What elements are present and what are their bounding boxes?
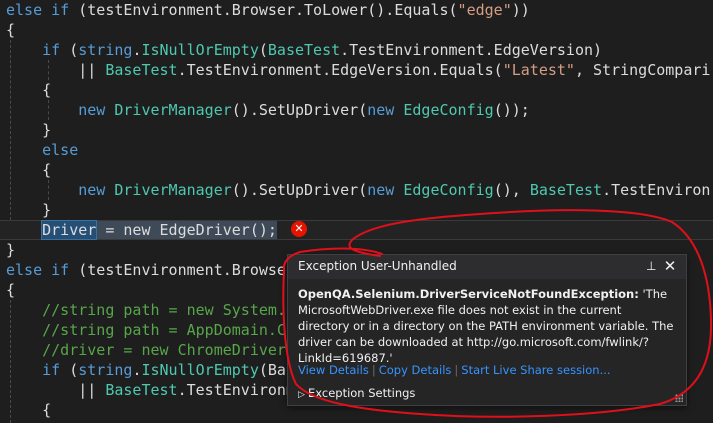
code-token: BaseTest [529, 181, 603, 199]
expand-arrow-icon: ▷ [298, 390, 305, 400]
code-line[interactable]: else if (testEnvironment.Browser [6, 260, 295, 280]
code-line[interactable]: { [6, 400, 51, 420]
code-token: .TestEnvironment.EdgeVersion) [340, 41, 603, 59]
code-line[interactable]: { [6, 80, 51, 100]
exception-settings-toggle[interactable]: ▷ Exception Settings [298, 386, 415, 400]
code-token: new [367, 181, 395, 199]
code-token: || [6, 61, 106, 79]
code-token: ( [60, 361, 79, 379]
popup-title: Exception User-Unhandled [298, 259, 457, 273]
code-token: BaseTest [105, 61, 178, 79]
view-details-link[interactable]: View Details [298, 363, 369, 377]
code-line[interactable]: Driver = new EdgeDriver(); [6, 220, 277, 240]
code-token: ().SetUpDriver( [231, 181, 368, 199]
copy-details-link[interactable]: Copy Details [379, 363, 452, 377]
code-token: ().SetUpDriver( [231, 101, 368, 119]
code-line[interactable]: } [6, 240, 15, 260]
code-token: else if [6, 1, 70, 19]
popup-links: View Details | Copy Details | Start Live Sha… [298, 363, 611, 377]
code-token: IsNullOrEmpty [141, 361, 259, 379]
code-token: )) [511, 1, 530, 19]
code-token: { [6, 161, 52, 179]
code-token: { [6, 281, 16, 299]
code-token: (testEnvironment.Browser.ToLower().Equal… [69, 1, 458, 19]
exception-type: OpenQA.Selenium.DriverServiceNotFoundExc… [298, 287, 639, 301]
exception-popup: Exception User-Unhandled ⊥ ✕ OpenQA.Sele… [287, 254, 687, 406]
code-token: IsNullOrEmpty [141, 41, 259, 59]
pin-icon[interactable]: ⊥ [646, 259, 656, 273]
code-token: ()); [493, 101, 530, 119]
code-token: DriverManager [114, 181, 232, 199]
code-token: new [367, 101, 395, 119]
code-line[interactable]: new DriverManager().SetUpDriver(new Edge… [6, 100, 530, 120]
code-token: } [6, 241, 16, 259]
resize-grip-icon[interactable] [675, 394, 683, 402]
code-line[interactable]: { [6, 20, 15, 40]
code-token: else if [6, 261, 70, 279]
code-token: else [42, 141, 79, 159]
code-line[interactable]: new DriverManager().SetUpDriver(new Edge… [6, 180, 710, 200]
code-line[interactable]: else [6, 140, 78, 160]
code-token: (testEnvironment.Browser [69, 261, 295, 279]
code-line[interactable]: else if (testEnvironment.Browser.ToLower… [6, 0, 530, 20]
code-token: .TestEnvironm [177, 381, 295, 399]
link-separator: | [371, 363, 376, 377]
code-token: string [78, 361, 133, 379]
code-token: = new EdgeDriver(); [96, 221, 277, 239]
code-token: } [6, 121, 52, 139]
exception-settings-label: Exception Settings [308, 386, 416, 400]
code-line[interactable]: //driver = new ChromeDriver [6, 340, 286, 360]
code-token: } [6, 201, 52, 219]
close-icon[interactable]: ✕ [662, 258, 678, 274]
exception-message: OpenQA.Selenium.DriverServiceNotFoundExc… [298, 286, 676, 366]
code-token: { [6, 21, 16, 39]
code-token: EdgeConfig [403, 101, 494, 119]
code-token: { [6, 81, 52, 99]
code-line[interactable]: if (string.IsNullOrEmpty(BaseTest.TestEn… [6, 40, 602, 60]
code-token: "edge" [457, 1, 512, 19]
live-share-link[interactable]: Start Live Share session... [461, 363, 610, 377]
code-token: || [6, 381, 106, 399]
code-token: , StringCompari [574, 61, 711, 79]
code-token: BaseTest [105, 381, 178, 399]
code-token: if [42, 361, 61, 379]
code-token: //driver = new ChromeDriver [42, 341, 286, 359]
code-token: Driver [41, 220, 98, 240]
code-token: (), [493, 181, 530, 199]
code-token: DriverManager [114, 101, 232, 119]
code-token: //string path = new System. [42, 301, 286, 319]
code-token: ( [258, 41, 268, 59]
code-token: "Latest" [502, 61, 575, 79]
code-token: if [42, 41, 61, 59]
error-circle-icon[interactable]: ✕ [291, 221, 307, 237]
code-token: new [78, 181, 106, 199]
code-line[interactable]: } [6, 200, 51, 220]
code-line[interactable]: } [6, 120, 51, 140]
code-token: ( [60, 41, 79, 59]
code-token: BaseTest [267, 41, 341, 59]
code-token: EdgeConfig [403, 181, 494, 199]
code-token: new [78, 101, 106, 119]
code-token: string [78, 41, 133, 59]
code-token: (Ba [258, 361, 286, 379]
code-token: .TestEnviron [602, 181, 711, 199]
code-token: //string path = AppDomain.C [42, 321, 286, 339]
code-line[interactable]: if (string.IsNullOrEmpty(Ba [6, 360, 286, 380]
code-token: .TestEnvironment.EdgeVersion.Equals( [177, 61, 503, 79]
link-separator: | [454, 363, 459, 377]
code-line[interactable]: || BaseTest.TestEnvironment.EdgeVersion.… [6, 60, 710, 80]
popup-header: Exception User-Unhandled ⊥ ✕ [288, 255, 686, 279]
code-token: { [6, 401, 52, 419]
code-line[interactable]: { [6, 280, 15, 300]
code-line[interactable]: { [6, 160, 51, 180]
